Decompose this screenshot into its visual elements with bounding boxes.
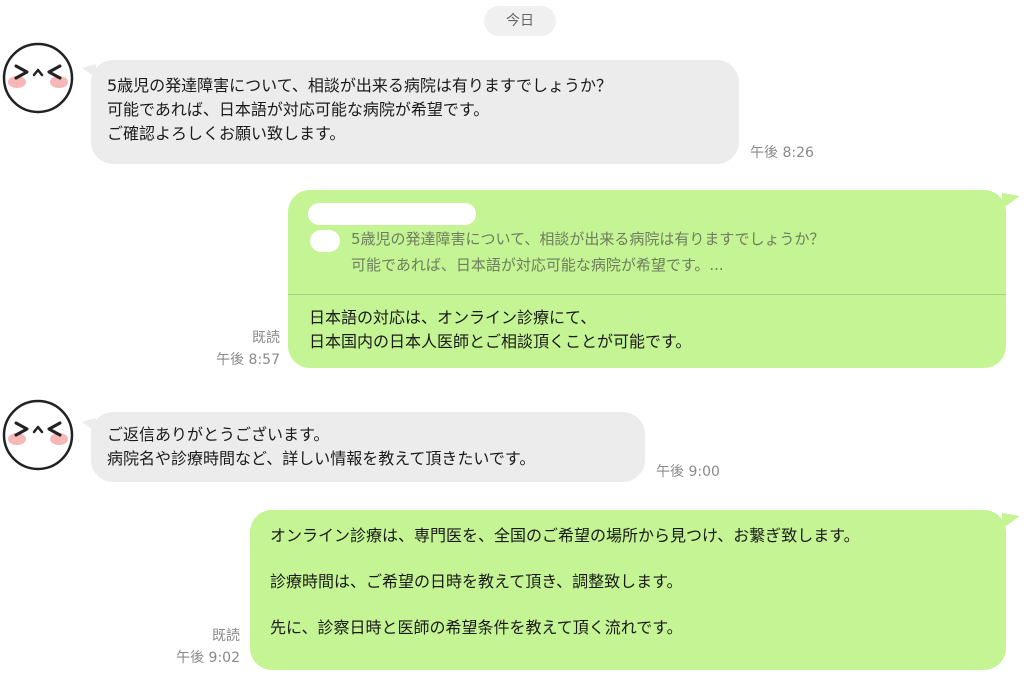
avatar-icon[interactable] — [2, 42, 74, 114]
quoted-message[interactable]: 5歳児の発達障害について、相談が出来る病院は有りますでしょうか？ 可能であれば、… — [288, 190, 1006, 294]
read-receipt: 既読 — [212, 628, 240, 644]
message-bubble-outgoing[interactable]: オンライン診療は、専門医を、全国のご希望の場所から見つけ、お繋ぎ致します。 診療… — [250, 510, 1006, 670]
bubble-tail — [1002, 513, 1020, 529]
reply-text: 日本語の対応は、オンライン診療にて、 日本国内の日本人医師とご相談頂くことが可能… — [309, 306, 691, 354]
message-time: 午後 9:02 — [176, 650, 240, 666]
message-text: 病院名や診療時間など、詳しい情報を教えて頂きたいです。 — [107, 449, 536, 468]
quoted-sender-name-redacted — [308, 203, 476, 225]
message-text: 日本国内の日本人医師とご相談頂くことが可能です。 — [309, 332, 692, 351]
avatar-icon[interactable] — [2, 399, 74, 471]
message-text: 日本語の対応は、オンライン診療にて、 — [309, 308, 597, 327]
message-text: 5歳児の発達障害について、相談が出来る病院は有りますでしょうか？ — [107, 76, 613, 95]
message-text: 診療時間は、ご希望の日時を教えて頂き、調整致します。 — [270, 572, 683, 591]
date-separator: 今日 — [484, 6, 556, 36]
message-time: 午後 8:57 — [216, 352, 280, 368]
message-text: ご確認よろしくお願い致します。 — [107, 124, 346, 143]
message-text: オンライン診療は、専門医を、全国のご希望の場所から見つけ、お繋ぎ致します。 — [270, 526, 860, 545]
quoted-sender-avatar-redacted — [310, 230, 340, 252]
message-time: 午後 8:26 — [750, 145, 814, 161]
message-text: 可能であれば、日本語が対応可能な病院が希望です。 — [107, 100, 490, 119]
bubble-tail — [1002, 193, 1020, 209]
message-text: ご返信ありがとうございます。 — [107, 425, 330, 444]
quoted-text: 5歳児の発達障害について、相談が出来る病院は有りますでしょうか？ 可能であれば、… — [351, 230, 825, 274]
message-bubble-incoming[interactable]: ご返信ありがとうございます。 病院名や診療時間など、詳しい情報を教えて頂きたいで… — [91, 412, 645, 482]
message-bubble-outgoing[interactable]: 5歳児の発達障害について、相談が出来る病院は有りますでしょうか？ 可能であれば、… — [288, 190, 1006, 368]
quote-divider — [288, 294, 1006, 295]
message-time: 午後 9:00 — [656, 464, 720, 480]
read-receipt: 既読 — [252, 330, 280, 346]
message-text: 先に、診察日時と医師の希望条件を教えて頂く流れです。 — [270, 618, 683, 637]
message-bubble-incoming[interactable]: 5歳児の発達障害について、相談が出来る病院は有りますでしょうか？ 可能であれば、… — [91, 60, 739, 164]
